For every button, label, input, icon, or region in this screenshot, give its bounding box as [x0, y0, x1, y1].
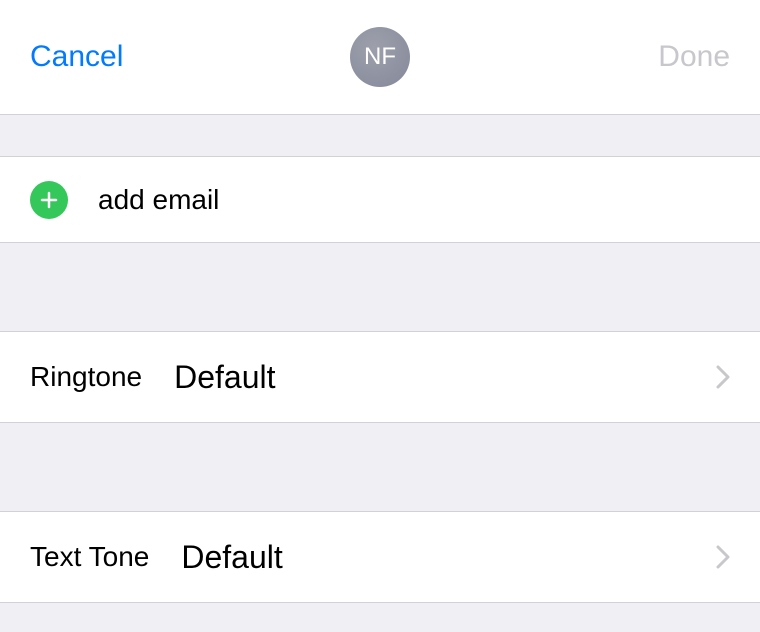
add-email-row[interactable]: add email: [0, 157, 760, 242]
section-spacer: [0, 422, 760, 512]
text-tone-label: Text Tone: [30, 541, 149, 573]
avatar-initials: NF: [364, 43, 396, 71]
text-tone-row[interactable]: Text Tone Default: [0, 512, 760, 602]
section-spacer: [0, 115, 760, 157]
text-tone-value: Default: [181, 539, 282, 576]
header-bar: Cancel NF Done: [0, 0, 760, 115]
ringtone-value: Default: [174, 359, 275, 396]
chevron-right-icon: [716, 545, 730, 569]
ringtone-row[interactable]: Ringtone Default: [0, 332, 760, 422]
cancel-button[interactable]: Cancel: [30, 40, 123, 74]
done-button: Done: [658, 40, 730, 74]
section-spacer: [0, 242, 760, 332]
section-spacer: [0, 602, 760, 632]
add-email-label: add email: [98, 184, 219, 216]
chevron-right-icon: [716, 365, 730, 389]
ringtone-label: Ringtone: [30, 361, 142, 393]
add-icon: [30, 181, 68, 219]
avatar[interactable]: NF: [350, 27, 410, 87]
